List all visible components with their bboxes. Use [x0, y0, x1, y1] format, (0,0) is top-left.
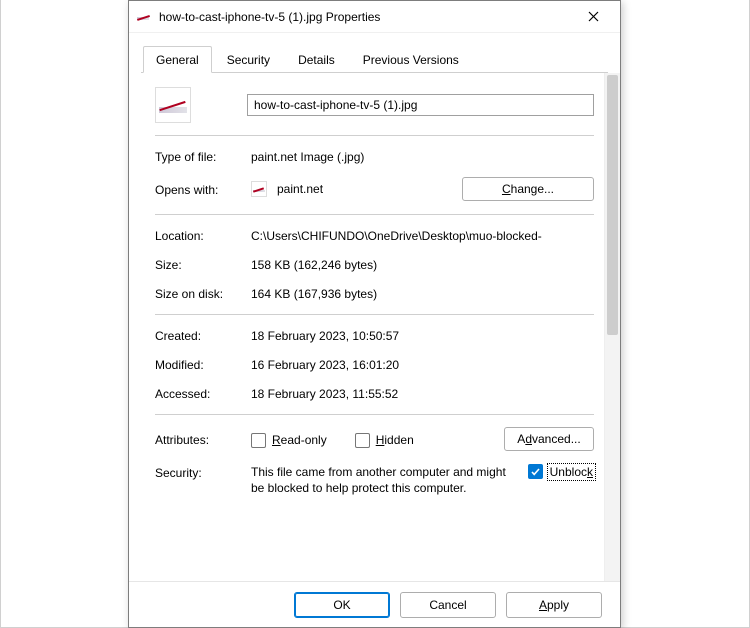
hidden-label: Hidden	[376, 433, 414, 447]
tab-security[interactable]: Security	[214, 46, 283, 73]
value-accessed: 18 February 2023, 11:55:52	[251, 385, 594, 401]
close-button[interactable]	[572, 2, 614, 32]
label-type-of-file: Type of file:	[155, 148, 251, 164]
unblock-checkbox[interactable]	[528, 464, 543, 479]
value-created: 18 February 2023, 10:50:57	[251, 327, 594, 343]
label-accessed: Accessed:	[155, 385, 251, 401]
general-tab-content: Type of file: paint.net Image (.jpg) Ope…	[129, 73, 620, 515]
label-size: Size:	[155, 256, 251, 272]
label-attributes: Attributes:	[155, 431, 251, 447]
close-icon	[588, 11, 599, 22]
value-opens-with: paint.net	[277, 182, 323, 196]
label-opens-with: Opens with:	[155, 181, 251, 197]
vertical-scrollbar[interactable]	[604, 73, 620, 581]
apply-button[interactable]: Apply	[506, 592, 602, 618]
value-type-of-file: paint.net Image (.jpg)	[251, 148, 594, 164]
label-created: Created:	[155, 327, 251, 343]
readonly-checkbox[interactable]	[251, 433, 266, 448]
opens-with-icon	[251, 181, 267, 197]
readonly-checkbox-wrap[interactable]: Read-only	[251, 433, 327, 448]
file-type-icon	[135, 9, 151, 25]
tab-strip: General Security Details Previous Versio…	[141, 45, 608, 73]
readonly-label: Read-only	[272, 433, 327, 447]
hidden-checkbox-wrap[interactable]: Hidden	[355, 433, 414, 448]
dialog-footer: OK Cancel Apply	[129, 581, 620, 627]
properties-dialog: how-to-cast-iphone-tv-5 (1).jpg Properti…	[128, 0, 621, 628]
change-button[interactable]: Change...	[462, 177, 594, 201]
hidden-checkbox[interactable]	[355, 433, 370, 448]
tab-general[interactable]: General	[143, 46, 212, 73]
unblock-label: Unblock	[549, 465, 594, 479]
tab-previous-versions[interactable]: Previous Versions	[350, 46, 472, 73]
separator	[155, 314, 594, 315]
scrollbar-thumb[interactable]	[607, 75, 618, 335]
label-modified: Modified:	[155, 356, 251, 372]
separator	[155, 414, 594, 415]
value-size: 158 KB (162,246 bytes)	[251, 256, 594, 272]
separator	[155, 135, 594, 136]
label-size-on-disk: Size on disk:	[155, 285, 251, 301]
ok-button[interactable]: OK	[294, 592, 390, 618]
cancel-button[interactable]: Cancel	[400, 592, 496, 618]
tab-details[interactable]: Details	[285, 46, 348, 73]
value-location: C:\Users\CHIFUNDO\OneDrive\Desktop\muo-b…	[251, 227, 594, 243]
value-size-on-disk: 164 KB (167,936 bytes)	[251, 285, 594, 301]
titlebar[interactable]: how-to-cast-iphone-tv-5 (1).jpg Properti…	[129, 1, 620, 33]
value-modified: 16 February 2023, 16:01:20	[251, 356, 594, 372]
advanced-button[interactable]: Advanced...	[504, 427, 594, 451]
file-icon-large	[155, 87, 191, 123]
window-title: how-to-cast-iphone-tv-5 (1).jpg Properti…	[159, 10, 572, 24]
separator	[155, 214, 594, 215]
unblock-checkbox-wrap[interactable]: Unblock	[528, 464, 594, 479]
security-message: This file came from another computer and…	[251, 464, 528, 496]
filename-input[interactable]	[247, 94, 594, 116]
label-security: Security:	[155, 464, 251, 480]
tab-content-pane: Type of file: paint.net Image (.jpg) Ope…	[129, 73, 620, 581]
label-location: Location:	[155, 227, 251, 243]
